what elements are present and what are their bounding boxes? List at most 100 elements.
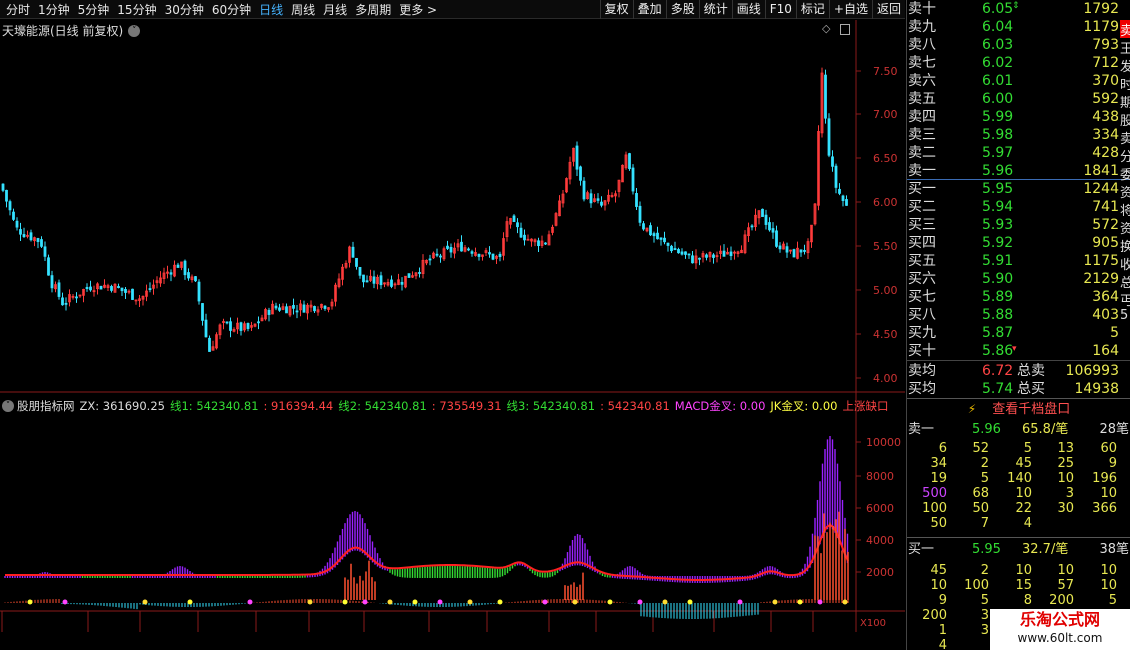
ask-label: 卖七 bbox=[908, 55, 936, 71]
ask-label: 卖十 bbox=[908, 1, 936, 17]
candle-body bbox=[841, 195, 845, 201]
view-depth-button[interactable]: ⚡ 查看千档盘口 bbox=[907, 400, 1130, 418]
bid-row[interactable]: 买二 5.94 741 bbox=[907, 198, 1130, 216]
queue-cell: 9 bbox=[938, 593, 947, 608]
toolbar-action-button[interactable]: 标记 bbox=[795, 0, 829, 19]
bid-volume: 5 bbox=[1110, 325, 1119, 341]
ask-row[interactable]: 卖三 5.98 334 bbox=[907, 126, 1130, 144]
bid-row[interactable]: 买五 5.91 1175 bbox=[907, 252, 1130, 270]
queue-cell: 9 bbox=[1108, 456, 1117, 471]
bid-row[interactable]: 买九 5.87 5 bbox=[907, 324, 1130, 342]
candle-body bbox=[267, 309, 271, 315]
ask-label: 卖三 bbox=[908, 127, 936, 143]
ask-row[interactable]: 卖九 6.04 1179 bbox=[907, 18, 1130, 36]
period-tab[interactable]: 月线 bbox=[323, 1, 347, 18]
ask-row[interactable]: 卖一 5.96 1841 bbox=[907, 162, 1130, 180]
chevron-down-icon[interactable]: ˅ bbox=[2, 400, 14, 412]
total-value: 14938 bbox=[1074, 381, 1119, 397]
candle-body bbox=[677, 249, 680, 254]
toolbar-action-button[interactable]: 返回 bbox=[871, 0, 905, 19]
period-tab[interactable]: 更多 > bbox=[399, 1, 437, 18]
ask-row[interactable]: 卖七 6.02 712 bbox=[907, 54, 1130, 72]
toolbar-action-button[interactable]: 画线 bbox=[731, 0, 765, 19]
period-tab[interactable]: 15分钟 bbox=[117, 1, 156, 18]
bid-row[interactable]: 买三 5.93 572 bbox=[907, 216, 1130, 234]
side-panel-char: 收 bbox=[1120, 258, 1130, 272]
period-tab[interactable]: 日线 bbox=[259, 1, 283, 18]
bid-row[interactable]: 买八 5.88 403 bbox=[907, 306, 1130, 324]
toolbar-action-button[interactable]: F10 bbox=[764, 0, 796, 19]
price-chart[interactable]: 7.50 7.00 6.50 6.00 5.50 5.00 4.50 4.00 10000 800… bbox=[0, 20, 905, 632]
toolbar-action-button[interactable]: 复权 bbox=[599, 0, 633, 19]
candle-body bbox=[390, 279, 393, 287]
indicator-header: ˅ 股朋指标网 ZX: 361690.25 线1: 542340.81: 9163… bbox=[2, 398, 893, 414]
candle-body bbox=[295, 310, 299, 313]
candle-body bbox=[358, 266, 362, 276]
toolbar-action-button[interactable]: 多股 bbox=[665, 0, 699, 19]
ask-row[interactable]: 卖二 5.97 428 bbox=[907, 144, 1130, 162]
signal-dot bbox=[637, 599, 643, 605]
indicator-tick-label: 6000 bbox=[866, 502, 894, 515]
side-panel-char: 资 bbox=[1120, 222, 1130, 236]
bid-price: 5.94 bbox=[982, 199, 1014, 215]
period-tab[interactable]: 30分钟 bbox=[165, 1, 204, 18]
bid-volume: 164 bbox=[1092, 343, 1119, 359]
period-tab[interactable]: 分时 bbox=[6, 1, 30, 18]
bid-price: 5.93 bbox=[982, 217, 1014, 233]
bid-row[interactable]: 买六 5.90 2129 bbox=[907, 270, 1130, 288]
candle-body bbox=[12, 211, 15, 220]
toolbar-action-button[interactable]: +自选 bbox=[828, 0, 872, 19]
signal-dot bbox=[497, 599, 503, 605]
period-tab[interactable]: 60分钟 bbox=[212, 1, 251, 18]
indicator-tick-label: 10000 bbox=[866, 436, 901, 449]
candle-body bbox=[120, 287, 124, 292]
queue-row: 19 5 140 10 196 bbox=[907, 471, 1130, 486]
candle-body bbox=[43, 246, 47, 257]
ask-row[interactable]: 卖五 6.00 592 bbox=[907, 90, 1130, 108]
period-tab[interactable]: 多周期 bbox=[355, 1, 391, 18]
ask-label: 卖九 bbox=[908, 19, 936, 35]
candle-body bbox=[64, 302, 68, 305]
price-tick-label: 7.50 bbox=[873, 65, 898, 78]
bid-row[interactable]: 买一 5.95 1244 bbox=[907, 180, 1130, 198]
period-tab[interactable]: 1分钟 bbox=[38, 1, 70, 18]
period-tab[interactable]: 周线 bbox=[291, 1, 315, 18]
queue-count: 38笔 bbox=[1099, 542, 1129, 557]
bid-row[interactable]: 买七 5.89 364 bbox=[907, 288, 1130, 306]
queue-cell: 34 bbox=[930, 456, 947, 471]
indicator-tick-label: 4000 bbox=[866, 534, 894, 547]
candle-body bbox=[446, 245, 449, 249]
candle-body bbox=[491, 253, 495, 260]
candle-body bbox=[57, 282, 61, 297]
candle-body bbox=[85, 287, 89, 289]
candle-body bbox=[698, 257, 701, 260]
average-row: 买均 5.74 总买 14938 bbox=[907, 380, 1130, 398]
queue-row: 45 2 10 10 10 bbox=[907, 563, 1130, 578]
bid-row[interactable]: 买四 5.92 905 bbox=[907, 234, 1130, 252]
signal-dot bbox=[412, 599, 418, 605]
candle-body bbox=[642, 223, 645, 230]
toolbar-action-button[interactable]: 叠加 bbox=[632, 0, 666, 19]
candle-body bbox=[204, 319, 208, 338]
queue-cell: 5 bbox=[1023, 441, 1032, 456]
candle-body bbox=[75, 296, 78, 299]
watermark-url: www.60lt.com bbox=[1017, 631, 1103, 645]
candle-body bbox=[418, 272, 421, 274]
period-tab[interactable]: 5分钟 bbox=[78, 1, 110, 18]
queue-cell: 10 bbox=[1100, 486, 1117, 501]
queue-head: 买一 5.95 32.7/笔 38笔 bbox=[907, 541, 1130, 559]
bid-price: 5.88 bbox=[982, 307, 1014, 323]
queue-cell: 4 bbox=[1023, 516, 1032, 531]
bid-row[interactable]: 买十 5.86 164 bbox=[907, 342, 1130, 360]
ask-row[interactable]: 卖八 6.03 793 bbox=[907, 36, 1130, 54]
candle-body bbox=[600, 201, 603, 206]
candle-body bbox=[302, 304, 306, 313]
ask-row[interactable]: 卖四 5.99 438 bbox=[907, 108, 1130, 126]
candle-body bbox=[365, 280, 369, 283]
signal-dot bbox=[842, 599, 848, 605]
candle-body bbox=[659, 237, 663, 240]
ask-row[interactable]: 卖六 6.01 370 bbox=[907, 72, 1130, 90]
toolbar-action-button[interactable]: 统计 bbox=[698, 0, 732, 19]
candle-body bbox=[635, 193, 638, 207]
candle-body bbox=[775, 230, 778, 247]
